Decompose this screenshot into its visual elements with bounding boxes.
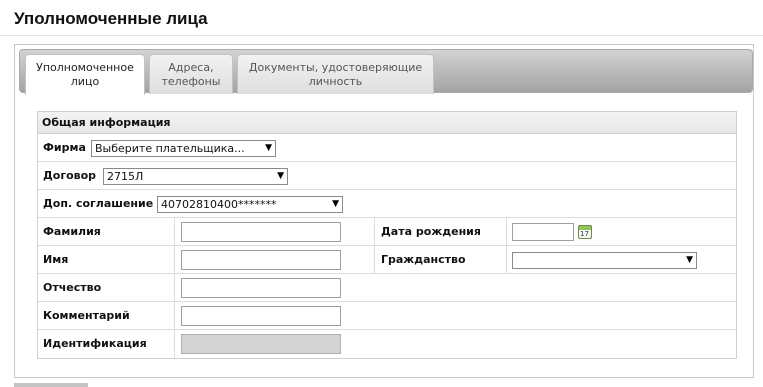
date-of-birth-input[interactable] [512, 223, 574, 241]
tab-addresses-phones[interactable]: Адреса, телефоны [149, 54, 233, 94]
column-divider [374, 218, 375, 245]
calendar-icon[interactable] [578, 225, 592, 239]
row-firma: Фирма Выберите плательщика... ▼ [38, 134, 736, 162]
column-divider [174, 246, 175, 273]
column-divider [374, 246, 375, 273]
general-info-form: Общая информация Фирма Выберите плательщ… [37, 111, 737, 359]
kommentariy-label: Комментарий [43, 309, 130, 322]
chevron-down-icon: ▼ [277, 171, 284, 181]
kommentariy-input[interactable] [181, 306, 341, 326]
page-title: Уполномоченные лица [14, 9, 208, 28]
column-divider [174, 274, 175, 301]
main-panel: Уполномоченное лицо Адреса, телефоны Док… [14, 44, 754, 378]
firma-select-value: Выберите плательщика... [95, 142, 245, 155]
dogovor-label: Договор [43, 169, 97, 182]
tab-addresses-phones-label: Адреса, телефоны [161, 60, 221, 88]
identifikaciya-input [181, 334, 341, 354]
otchestvo-input[interactable] [181, 278, 341, 298]
tab-strip: Уполномоченное лицо Адреса, телефоны Док… [19, 49, 753, 95]
bottom-button-edge [14, 383, 88, 387]
imya-label: Имя [43, 253, 69, 266]
imya-input[interactable] [181, 250, 341, 270]
chevron-down-icon: ▼ [265, 143, 272, 153]
row-otchestvo: Отчество [38, 274, 736, 302]
otchestvo-label: Отчество [43, 281, 102, 294]
grazhdanstvo-select[interactable]: ▼ [512, 252, 697, 269]
familiya-input[interactable] [181, 222, 341, 242]
tab-authorized-person[interactable]: Уполномоченное лицо [25, 54, 145, 95]
column-divider [174, 218, 175, 245]
tab-identity-documents[interactable]: Документы, удостоверяющие личность [237, 54, 434, 94]
firma-select[interactable]: Выберите плательщика... ▼ [91, 140, 276, 157]
dogovor-select-value: 2715Л [107, 170, 144, 183]
tab-authorized-person-label: Уполномоченное лицо [36, 61, 134, 88]
dogovor-select[interactable]: 2715Л ▼ [103, 168, 288, 185]
chevron-down-icon: ▼ [332, 199, 339, 209]
row-dop-soglashenie: Доп. соглашение 40702810400******* ▼ [38, 190, 736, 218]
column-divider [174, 330, 175, 358]
column-divider [506, 246, 507, 273]
form-section-title: Общая информация [38, 112, 736, 134]
tab-identity-documents-label: Документы, удостоверяющие личность [248, 60, 423, 88]
column-divider [174, 302, 175, 329]
column-divider [506, 218, 507, 245]
chevron-down-icon: ▼ [686, 255, 693, 265]
firma-label: Фирма [43, 141, 86, 154]
row-identifikaciya: Идентификация [38, 330, 736, 358]
dop-soglashenie-select-value: 40702810400******* [161, 198, 277, 211]
row-imya: Имя Гражданство ▼ [38, 246, 736, 274]
row-familiya: Фамилия Дата рождения [38, 218, 736, 246]
familiya-label: Фамилия [43, 225, 101, 238]
dop-soglashenie-label: Доп. соглашение [43, 197, 154, 210]
row-dogovor: Договор 2715Л ▼ [38, 162, 736, 190]
identifikaciya-label: Идентификация [43, 337, 147, 350]
row-kommentariy: Комментарий [38, 302, 736, 330]
grazhdanstvo-label: Гражданство [381, 253, 466, 266]
data-rozhdeniya-label: Дата рождения [381, 225, 481, 238]
title-divider [0, 35, 763, 36]
dop-soglashenie-select[interactable]: 40702810400******* ▼ [157, 196, 343, 213]
